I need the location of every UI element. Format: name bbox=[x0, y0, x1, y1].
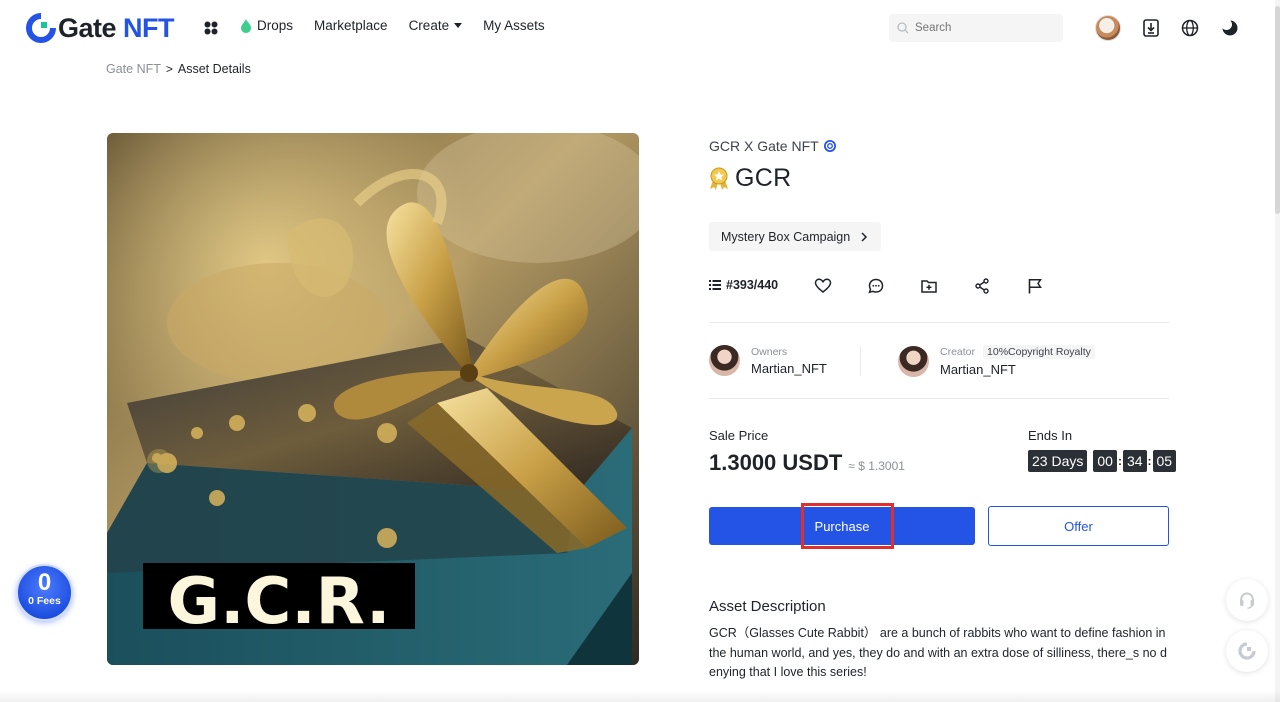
breadcrumb-separator: > bbox=[165, 62, 173, 76]
nav-my-assets-label: My Assets bbox=[483, 18, 545, 33]
asset-name: GCR bbox=[735, 164, 792, 192]
offer-button[interactable]: Offer bbox=[988, 506, 1169, 546]
asset-actions-row: #393/440 bbox=[709, 277, 1169, 295]
countdown-colon: : bbox=[1117, 454, 1122, 468]
scrollbar-thumb[interactable] bbox=[1275, 6, 1280, 214]
gate-logo-icon bbox=[26, 13, 56, 43]
globe-language-icon[interactable] bbox=[1180, 18, 1200, 38]
download-app-icon[interactable] bbox=[1141, 18, 1161, 38]
page-scrollbar[interactable] bbox=[1275, 0, 1280, 702]
theme-toggle-icon[interactable] bbox=[1220, 18, 1240, 38]
report-flag-icon[interactable] bbox=[1026, 277, 1044, 295]
mystery-box-campaign-link[interactable]: Mystery Box Campaign bbox=[709, 222, 881, 251]
nav-marketplace[interactable]: Marketplace bbox=[314, 18, 388, 33]
section-divider bbox=[709, 398, 1169, 399]
asset-title: GCR bbox=[709, 164, 791, 193]
asset-description-heading: Asset Description bbox=[709, 598, 826, 615]
list-icon bbox=[709, 280, 721, 290]
owners-label: Owners bbox=[751, 345, 788, 358]
countdown-timer: 23 Days 00 : 34 : 05 bbox=[1028, 450, 1177, 472]
countdown-days: 23 Days bbox=[1028, 450, 1088, 472]
royalty-badge: 10%Copyright Royalty bbox=[983, 345, 1095, 359]
creator-avatar bbox=[898, 345, 929, 377]
artwork-text: G.C.R. bbox=[168, 565, 391, 639]
gift-box-artwork: G.C.R. bbox=[107, 133, 639, 665]
customer-support-button[interactable] bbox=[1226, 579, 1268, 621]
vertical-divider bbox=[860, 346, 861, 376]
gate-nft-logo[interactable]: Gate NFT bbox=[26, 13, 175, 43]
headset-icon bbox=[1240, 592, 1254, 609]
apps-grid-icon[interactable] bbox=[204, 21, 218, 35]
collection-name: GCR X Gate NFT bbox=[709, 138, 819, 154]
collection-link[interactable]: GCR X Gate NFT bbox=[709, 138, 836, 154]
comment-icon[interactable] bbox=[867, 277, 885, 295]
chevron-right-icon bbox=[861, 231, 868, 242]
owners-block[interactable]: Owners Martian_NFT bbox=[709, 345, 827, 376]
ends-in-label: Ends In bbox=[1028, 428, 1073, 443]
logo-text: Gate NFT bbox=[58, 13, 175, 43]
search-input[interactable] bbox=[915, 22, 1055, 34]
gate-small-logo-icon bbox=[1238, 642, 1256, 660]
countdown-colon: : bbox=[1147, 454, 1152, 468]
search-box[interactable] bbox=[889, 14, 1063, 42]
creator-label: Creator bbox=[940, 346, 976, 358]
creator-block[interactable]: Creator 10%Copyright Royalty Martian_NFT bbox=[898, 345, 1095, 377]
edition-info[interactable]: #393/440 bbox=[709, 278, 778, 292]
add-to-folder-icon[interactable] bbox=[920, 277, 938, 295]
award-medal-icon bbox=[710, 167, 728, 190]
nft-artwork-image[interactable]: G.C.R. bbox=[107, 133, 639, 665]
logo-nft-text: NFT bbox=[123, 13, 175, 43]
sale-price-label: Sale Price bbox=[709, 428, 769, 443]
edition-number: #393/440 bbox=[726, 278, 779, 292]
bottom-fade bbox=[0, 690, 1280, 702]
main-nav: Drops Marketplace Create My Assets bbox=[240, 18, 566, 33]
nav-drops[interactable]: Drops bbox=[240, 18, 293, 33]
nav-create-label: Create bbox=[408, 18, 450, 33]
zero-fees-badge[interactable]: 0 0 Fees bbox=[16, 564, 73, 621]
caret-down-icon bbox=[454, 23, 463, 28]
search-icon bbox=[897, 22, 909, 34]
fees-label: 0 Fees bbox=[28, 595, 61, 607]
nav-drops-label: Drops bbox=[257, 18, 294, 33]
logo-gate-text: Gate bbox=[58, 13, 117, 43]
fees-number: 0 bbox=[37, 569, 52, 596]
nav-marketplace-label: Marketplace bbox=[314, 18, 388, 33]
gate-assistant-button[interactable] bbox=[1226, 630, 1268, 672]
asset-description-text: GCR（Glasses Cute Rabbit） are a bunch of … bbox=[709, 626, 1167, 679]
nav-my-assets[interactable]: My Assets bbox=[483, 18, 545, 33]
breadcrumb-home-link[interactable]: Gate NFT bbox=[106, 62, 161, 76]
creator-name[interactable]: Martian_NFT bbox=[940, 362, 1095, 377]
countdown-minutes: 34 bbox=[1122, 450, 1147, 472]
owner-name[interactable]: Martian_NFT bbox=[751, 361, 827, 376]
creator-role-row: Creator 10%Copyright Royalty bbox=[940, 345, 1095, 359]
share-icon[interactable] bbox=[973, 277, 991, 295]
purchase-button[interactable]: Purchase bbox=[709, 507, 975, 545]
countdown-seconds: 05 bbox=[1152, 450, 1177, 472]
nav-create[interactable]: Create bbox=[409, 18, 463, 33]
user-avatar[interactable] bbox=[1095, 15, 1121, 41]
campaign-label: Mystery Box Campaign bbox=[721, 229, 851, 244]
breadcrumb: Gate NFT > Asset Details bbox=[106, 62, 251, 76]
countdown-hours: 00 bbox=[1093, 450, 1117, 472]
heart-favorite-icon[interactable] bbox=[814, 277, 832, 295]
sale-price-value: 1.3000 USDT bbox=[709, 450, 843, 475]
breadcrumb-current: Asset Details bbox=[177, 62, 251, 76]
price-row: 1.3000 USDT ≈ $ 1.3001 bbox=[709, 450, 905, 476]
section-divider bbox=[709, 322, 1169, 323]
owner-avatar bbox=[709, 345, 740, 376]
flame-icon bbox=[241, 18, 251, 33]
verified-badge-icon bbox=[823, 140, 836, 152]
top-header: Gate NFT Drops Marketplace Create My Asse… bbox=[0, 0, 1280, 56]
usd-equivalent: ≈ $ 1.3001 bbox=[848, 459, 905, 473]
